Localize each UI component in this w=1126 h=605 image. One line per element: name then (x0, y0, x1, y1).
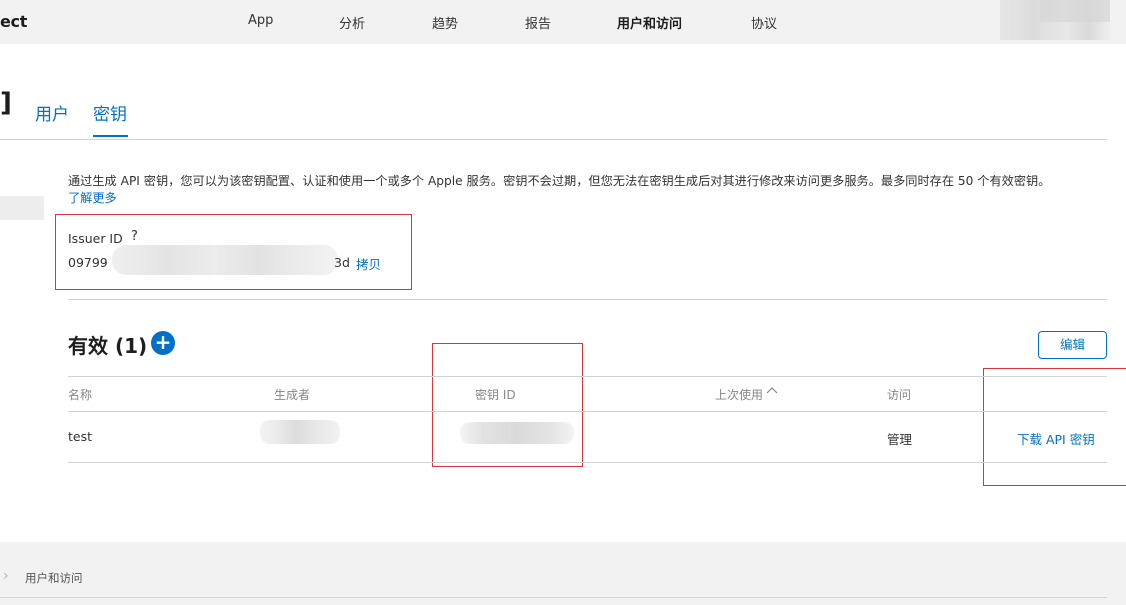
issuer-id-suffix: 3d (334, 255, 350, 270)
tab-keys[interactable]: 密钥 (93, 100, 127, 125)
section-divider (68, 299, 1107, 300)
table-bottom-rule (68, 462, 1107, 463)
download-api-key-link[interactable]: 下载 API 密钥 (1017, 429, 1095, 448)
app-brand[interactable]: ect (0, 12, 27, 31)
add-key-button[interactable]: + (151, 331, 175, 355)
edit-button[interactable]: 编辑 (1038, 331, 1107, 359)
sort-ascending-icon[interactable] (766, 384, 778, 397)
tab-users[interactable]: 用户 (35, 100, 69, 125)
column-header-last-used[interactable]: 上次使用 (715, 386, 763, 403)
issuer-id-prefix: 09799 (68, 255, 108, 270)
issuer-id-redacted (112, 245, 338, 275)
table-header-rule (68, 411, 1107, 412)
column-header-key-id[interactable]: 密钥 ID (475, 386, 516, 403)
nav-item-agreements[interactable]: 协议 (751, 13, 777, 32)
keys-description: 通过生成 API 密钥，您可以为该密钥配置、认证和使用一个或多个 Apple 服… (68, 174, 1051, 188)
highlight-box-key-id (432, 343, 583, 467)
plus-icon: + (154, 330, 172, 354)
column-header-creator[interactable]: 生成者 (274, 386, 310, 403)
footer-breadcrumb-users-access[interactable]: 用户和访问 (25, 570, 83, 586)
creator-redacted (260, 420, 340, 444)
key-name-cell: test (68, 429, 93, 444)
header-divider (0, 139, 1107, 140)
column-header-access[interactable]: 访问 (887, 386, 911, 403)
active-keys-title: 有效 (1) (68, 334, 148, 358)
key-id-redacted (460, 422, 574, 444)
table-top-rule (68, 376, 1107, 377)
nav-item-analytics[interactable]: 分析 (339, 13, 365, 32)
learn-more-link[interactable]: 了解更多 (68, 188, 117, 206)
chevron-right-icon: › (3, 568, 9, 584)
footer-divider (0, 597, 1107, 598)
issuer-id-label: Issuer ID (68, 231, 123, 246)
footer (0, 542, 1126, 605)
nav-item-app[interactable]: App (248, 13, 273, 28)
column-header-name[interactable]: 名称 (68, 386, 92, 403)
sidebar-redacted (0, 196, 44, 220)
nav-item-reports[interactable]: 报告 (525, 13, 551, 32)
top-nav: ect App 分析 趋势 报告 用户和访问 协议 (0, 0, 1126, 44)
active-tab-indicator (93, 135, 128, 137)
page-title: ] (0, 88, 12, 118)
nav-item-trends[interactable]: 趋势 (432, 13, 458, 32)
access-cell: 管理 (887, 432, 913, 447)
copy-issuer-id-button[interactable]: 拷贝 (356, 254, 381, 273)
help-icon[interactable]: ? (131, 229, 138, 244)
nav-item-users-access[interactable]: 用户和访问 (617, 13, 682, 32)
highlight-box-download (983, 368, 1126, 486)
account-name-redacted (1040, 0, 1110, 22)
